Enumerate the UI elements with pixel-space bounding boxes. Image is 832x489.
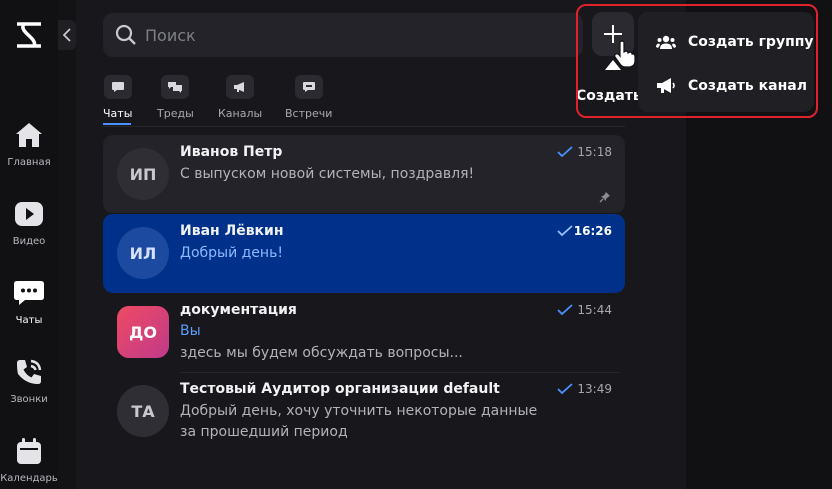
- avatar: ИП: [117, 148, 169, 200]
- create-tooltip: Создать: [576, 88, 642, 104]
- chat-last-message: Добрый день!: [180, 245, 283, 261]
- phone-icon: [12, 355, 46, 389]
- chat-sender: Вы: [180, 323, 201, 339]
- chat-item[interactable]: ТА Тестовый Аудитор организации default …: [103, 372, 625, 452]
- chat-name: документация: [180, 302, 297, 318]
- chat-icon: [12, 276, 46, 310]
- menu-create-channel[interactable]: Создать канал: [638, 66, 814, 106]
- active-tab-indicator: [103, 123, 131, 125]
- nav-home[interactable]: Главная: [0, 118, 58, 168]
- app-logo-icon[interactable]: [14, 20, 44, 50]
- group-icon: [656, 35, 676, 49]
- read-check-icon: [557, 146, 573, 158]
- chat-item[interactable]: ИП Иванов Петр С выпуском новой системы,…: [103, 135, 625, 213]
- tabs-divider: [103, 126, 625, 127]
- chat-time: 15:44: [577, 303, 612, 317]
- nav-video[interactable]: Видео: [0, 197, 58, 247]
- home-icon: [12, 118, 46, 152]
- left-rail: Главная Видео Чаты Звонки Календарь: [0, 0, 58, 489]
- chat-last-message-cont: за прошедший период: [180, 424, 348, 440]
- threads-icon: [161, 75, 190, 99]
- read-check-icon: [557, 383, 573, 395]
- chat-bubble-icon: [103, 75, 132, 99]
- chat-last-message: Добрый день, хочу уточнить некоторые дан…: [180, 403, 538, 419]
- pin-icon: [599, 192, 610, 203]
- chat-time: 13:49: [577, 382, 612, 396]
- chat-item[interactable]: ДО документация Вы здесь мы будем обсужд…: [103, 293, 625, 372]
- meeting-icon: [294, 75, 323, 99]
- tab-threads[interactable]: Треды: [157, 75, 194, 120]
- tab-chats[interactable]: Чаты: [103, 75, 132, 120]
- nav-calendar[interactable]: Календарь: [0, 434, 58, 484]
- tooltip-arrow: [605, 60, 621, 70]
- nav-calls[interactable]: Звонки: [0, 355, 58, 405]
- chat-name: Иван Лёвкин: [180, 223, 284, 239]
- tab-meetings[interactable]: Встречи: [285, 75, 332, 120]
- search-input[interactable]: [145, 25, 545, 45]
- video-icon: [12, 197, 46, 231]
- read-check-icon: [557, 225, 573, 237]
- menu-create-group[interactable]: Создать группу: [638, 22, 814, 62]
- search-bar[interactable]: [103, 13, 583, 57]
- create-menu: Создать группу Создать канал: [638, 12, 814, 112]
- chevron-left-icon: [63, 28, 71, 42]
- megaphone-icon: [226, 75, 255, 99]
- chat-name: Тестовый Аудитор организации default: [180, 381, 500, 397]
- chat-time: 15:18: [577, 145, 612, 159]
- avatar: ДО: [117, 306, 169, 358]
- chat-last-message: здесь мы будем обсуждать вопросы...: [180, 345, 463, 361]
- nav-chats[interactable]: Чаты: [0, 276, 58, 326]
- avatar: ТА: [117, 385, 169, 437]
- chat-item[interactable]: ИЛ Иван Лёвкин Добрый день! 16:26: [103, 214, 625, 293]
- calendar-icon: [12, 434, 46, 468]
- megaphone-icon: [657, 78, 675, 93]
- tab-channels[interactable]: Каналы: [218, 75, 262, 120]
- collapse-rail-button[interactable]: [58, 20, 76, 50]
- avatar: ИЛ: [117, 227, 169, 279]
- chat-name: Иванов Петр: [180, 144, 283, 160]
- read-check-icon: [557, 304, 573, 316]
- search-icon: [115, 24, 136, 45]
- chat-time: 16:26: [573, 224, 612, 238]
- chat-last-message: С выпуском новой системы, поздравля!: [180, 166, 475, 182]
